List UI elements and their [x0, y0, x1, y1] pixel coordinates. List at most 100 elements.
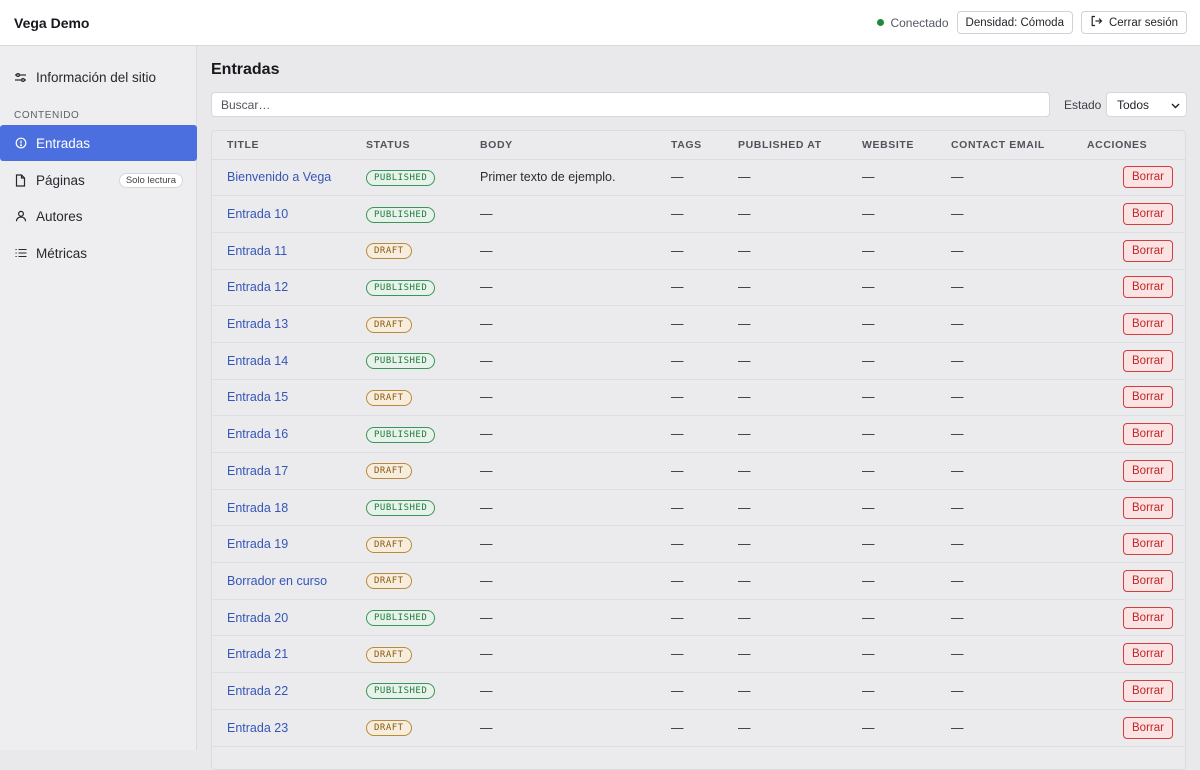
document-icon — [14, 173, 27, 187]
search-input[interactable] — [211, 92, 1050, 117]
delete-button[interactable]: Borrar — [1123, 313, 1173, 336]
status-filter-label: Estado — [1064, 98, 1102, 112]
density-button[interactable]: Densidad: Cómoda — [956, 11, 1073, 34]
sidebar-item-metricas[interactable]: Métricas — [0, 235, 197, 271]
cell-published-at: — — [738, 599, 862, 637]
sidebar-item-autores[interactable]: Autores — [0, 198, 197, 234]
delete-button[interactable]: Borrar — [1123, 386, 1173, 409]
column-header-status[interactable]: STATUS — [366, 131, 480, 160]
sidebar-item-site-info[interactable]: Información del sitio — [0, 59, 197, 95]
cell-body: — — [480, 195, 671, 233]
sidebar-item-label: Métricas — [36, 245, 88, 261]
cell-tags: — — [671, 159, 738, 197]
delete-button[interactable]: Borrar — [1123, 423, 1173, 446]
cell-tags: — — [671, 489, 738, 527]
cell-contact-email: — — [951, 269, 1087, 307]
table-row: Entrada 15 DRAFT — — — — — Borrar — [212, 379, 1185, 417]
delete-button[interactable]: Borrar — [1123, 203, 1173, 226]
delete-button[interactable]: Borrar — [1123, 679, 1173, 702]
column-header-website[interactable]: WEBSITE — [862, 131, 951, 160]
delete-button[interactable]: Borrar — [1123, 239, 1173, 262]
cell-contact-email: — — [951, 525, 1087, 564]
status-badge: DRAFT — [366, 536, 412, 553]
table-row: Entrada 22 PUBLISHED — — — — — Borrar — [212, 672, 1185, 710]
table-row: Entrada 13 DRAFT — — — — — Borrar — [212, 305, 1185, 343]
entry-title-link[interactable]: Entrada 11 — [227, 244, 287, 258]
entry-title-link[interactable]: Entrada 15 — [227, 390, 288, 404]
entry-title-link[interactable]: Entrada 20 — [227, 611, 288, 625]
logout-button[interactable]: Cerrar sesión — [1080, 11, 1187, 34]
delete-button[interactable]: Borrar — [1123, 276, 1173, 299]
delete-button[interactable]: Borrar — [1123, 533, 1173, 556]
cell-website: — — [862, 415, 951, 453]
cell-published-at: — — [738, 415, 862, 453]
cell-title: Entrada 20 — [212, 599, 366, 637]
cell-status: PUBLISHED — [366, 489, 480, 527]
cell-status: DRAFT — [366, 305, 480, 343]
cell-actions: Borrar — [1087, 525, 1185, 564]
delete-button[interactable]: Borrar — [1123, 569, 1173, 592]
cell-body: — — [480, 342, 671, 380]
cell-body: Primer texto de ejemplo. — [480, 159, 671, 197]
read-only-badge: Solo lectura — [118, 172, 183, 188]
delete-button[interactable]: Borrar — [1123, 606, 1173, 629]
cell-tags: — — [671, 342, 738, 380]
cell-status: DRAFT — [366, 379, 480, 417]
entry-title-link[interactable]: Entrada 23 — [227, 721, 288, 735]
cell-published-at: — — [738, 489, 862, 527]
entry-title-link[interactable]: Entrada 10 — [227, 207, 288, 221]
column-header-published-at[interactable]: PUBLISHED AT — [738, 131, 862, 160]
status-badge: DRAFT — [366, 720, 412, 737]
cell-title: Entrada 10 — [212, 195, 366, 233]
cell-published-at: — — [738, 635, 862, 674]
column-header-title[interactable]: TITLE — [212, 131, 366, 160]
logout-button-label: Cerrar sesión — [1108, 16, 1178, 29]
sidebar-item-entradas[interactable]: Entradas — [0, 125, 197, 161]
column-header-body[interactable]: BODY — [480, 131, 671, 160]
column-header-tags[interactable]: TAGS — [671, 131, 738, 160]
cell-published-at: — — [738, 159, 862, 197]
cell-status: PUBLISHED — [366, 195, 480, 233]
entry-title-link[interactable]: Entrada 18 — [227, 501, 288, 515]
cell-actions: Borrar — [1087, 452, 1185, 490]
cell-title: Entrada 22 — [212, 672, 366, 710]
info-circle-icon — [14, 137, 27, 150]
entry-title-link[interactable]: Entrada 12 — [227, 280, 288, 294]
cell-title: Entrada 15 — [212, 379, 366, 417]
cell-website: — — [862, 232, 951, 270]
cell-website: — — [862, 709, 951, 747]
entry-title-link[interactable]: Borrador en curso — [227, 574, 327, 588]
cell-status: PUBLISHED — [366, 599, 480, 637]
entry-title-link[interactable]: Bienvenido a Vega — [227, 170, 331, 184]
cell-contact-email: — — [951, 489, 1087, 527]
entry-title-link[interactable]: Entrada 22 — [227, 684, 288, 698]
delete-button[interactable]: Borrar — [1123, 459, 1173, 482]
cell-contact-email: — — [951, 672, 1087, 710]
entry-title-link[interactable]: Entrada 17 — [227, 464, 288, 478]
cell-title: Entrada 13 — [212, 305, 366, 343]
entry-title-link[interactable]: Entrada 14 — [227, 354, 288, 368]
delete-button[interactable]: Borrar — [1123, 643, 1173, 666]
status-filter-value: Todos — [1117, 97, 1150, 112]
delete-button[interactable]: Borrar — [1123, 716, 1173, 739]
delete-button[interactable]: Borrar — [1123, 349, 1173, 372]
delete-button[interactable]: Borrar — [1123, 496, 1173, 519]
status-filter-select[interactable]: Todos — [1106, 92, 1187, 117]
entry-title-link[interactable]: Entrada 19 — [227, 537, 288, 551]
entry-title-link[interactable]: Entrada 13 — [227, 317, 288, 331]
cell-published-at: — — [738, 342, 862, 380]
entry-title-link[interactable]: Entrada 16 — [227, 427, 288, 441]
entry-title-link[interactable]: Entrada 21 — [227, 647, 288, 661]
column-header-contact-email[interactable]: CONTACT EMAIL — [951, 131, 1087, 160]
top-bar: Vega Demo Conectado Densidad: Cómoda Cer… — [0, 0, 1200, 46]
cell-tags: — — [671, 635, 738, 674]
delete-button[interactable]: Borrar — [1123, 166, 1173, 189]
sidebar-item-paginas[interactable]: Páginas Solo lectura — [0, 162, 197, 198]
cell-tags: — — [671, 232, 738, 270]
status-badge: PUBLISHED — [366, 683, 436, 700]
cell-actions: Borrar — [1087, 599, 1185, 637]
status-badge: PUBLISHED — [366, 353, 436, 370]
status-dot-icon — [877, 19, 885, 26]
cell-contact-email: — — [951, 195, 1087, 233]
cell-actions: Borrar — [1087, 709, 1185, 747]
